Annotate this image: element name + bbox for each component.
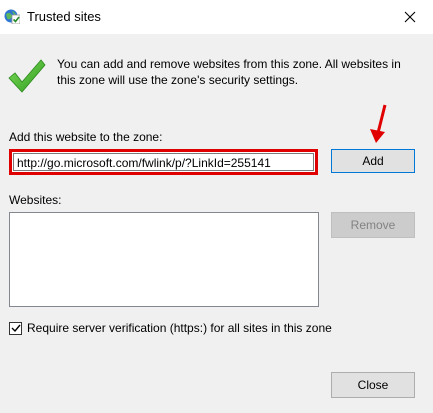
globe-check-icon bbox=[4, 9, 20, 24]
server-verification-checkbox[interactable] bbox=[9, 321, 22, 335]
title-bar: Trusted sites bbox=[0, 0, 433, 34]
server-verification-row[interactable]: Require server verification (https:) for… bbox=[9, 321, 332, 335]
add-website-label: Add this website to the zone: bbox=[9, 130, 163, 144]
website-url-value[interactable]: http://go.microsoft.com/fwlink/p/?LinkId… bbox=[13, 153, 314, 171]
close-button[interactable]: Close bbox=[331, 372, 415, 398]
info-message: You can add and remove websites from thi… bbox=[57, 57, 401, 87]
window-title: Trusted sites bbox=[27, 9, 101, 24]
close-window-button[interactable] bbox=[387, 0, 433, 34]
remove-button[interactable]: Remove bbox=[331, 212, 415, 238]
green-check-icon bbox=[8, 59, 46, 93]
websites-label: Websites: bbox=[9, 193, 62, 207]
checkmark-icon bbox=[11, 324, 21, 333]
server-verification-label: Require server verification (https:) for… bbox=[27, 321, 332, 335]
close-icon bbox=[404, 11, 416, 23]
add-button[interactable]: Add bbox=[331, 149, 415, 173]
website-url-input[interactable]: http://go.microsoft.com/fwlink/p/?LinkId… bbox=[9, 149, 318, 175]
websites-list[interactable] bbox=[9, 212, 319, 307]
annotation-arrow-icon bbox=[370, 104, 387, 143]
